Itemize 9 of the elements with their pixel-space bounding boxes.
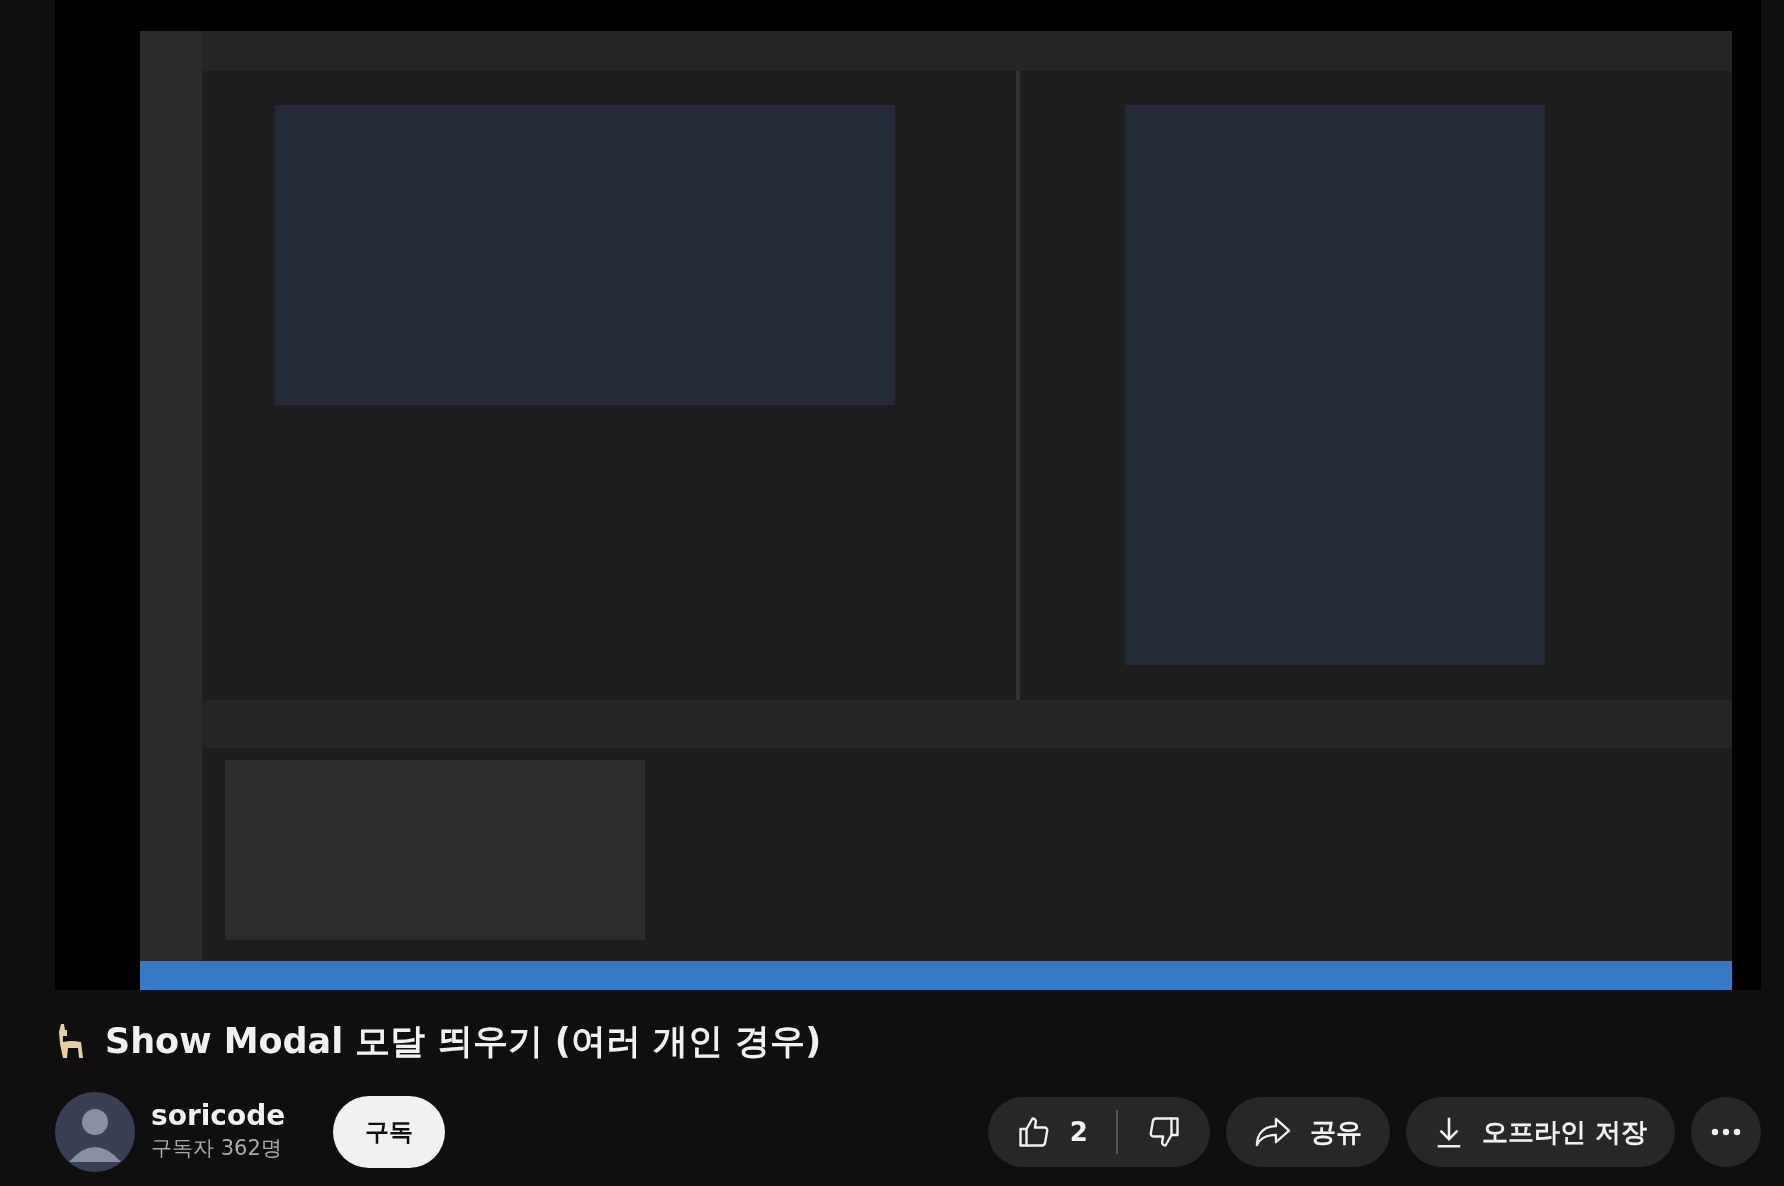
subscriber-count: 구독자 362명 [151,1135,283,1163]
share-icon [1253,1115,1292,1149]
channel-name[interactable]: soricode [151,1099,286,1134]
subscribe-button[interactable]: 구독 [333,1096,446,1168]
share-button[interactable]: 공유 [1225,1097,1390,1167]
download-button[interactable]: 오프라인 저장 [1405,1097,1675,1167]
channel-avatar[interactable] [55,1092,135,1172]
video-title: Show Modal 모달 띄우기 (여러 개인 경우) [105,1020,822,1062]
more-icon [1711,1128,1741,1136]
